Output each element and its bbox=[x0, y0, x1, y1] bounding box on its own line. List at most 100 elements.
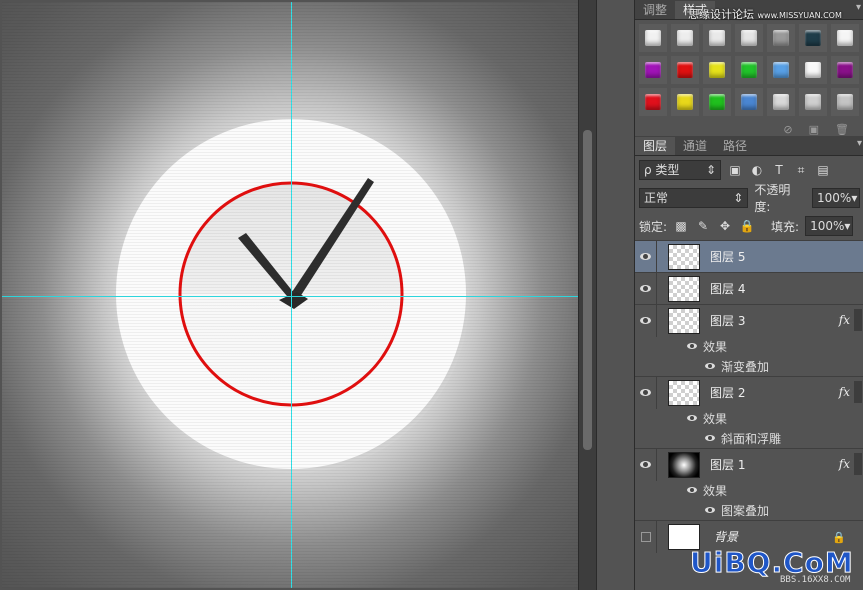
fx-icon[interactable]: fx bbox=[839, 457, 850, 471]
style-swatch[interactable] bbox=[703, 88, 731, 116]
tab-paths[interactable]: 路径 bbox=[715, 137, 756, 155]
new-style-icon[interactable]: ▣ bbox=[809, 123, 819, 136]
style-swatch[interactable] bbox=[831, 56, 859, 84]
fx-icon[interactable]: fx bbox=[839, 385, 850, 399]
layer-thumbnail bbox=[668, 451, 700, 478]
layer-row[interactable]: 图层 2 fx bbox=[635, 376, 863, 409]
expand-effects-icon[interactable] bbox=[854, 309, 862, 331]
blend-mode-select[interactable]: 正常 ⇕ bbox=[639, 188, 749, 208]
effects-label: 效果 bbox=[703, 411, 728, 426]
style-swatch-chip bbox=[773, 94, 789, 110]
opacity-field[interactable]: 100% ▾ bbox=[812, 188, 860, 208]
lock-position-icon[interactable]: ✥ bbox=[717, 218, 733, 234]
opacity-value: 100% bbox=[817, 191, 852, 205]
effects-group-row[interactable]: 效果 bbox=[635, 408, 863, 428]
style-swatch-chip bbox=[741, 62, 757, 78]
expand-effects-icon[interactable] bbox=[854, 453, 862, 475]
style-swatch[interactable] bbox=[799, 56, 827, 84]
style-swatch[interactable] bbox=[703, 56, 731, 84]
fill-field[interactable]: 100% ▾ bbox=[805, 216, 854, 236]
visibility-toggle[interactable] bbox=[635, 520, 657, 553]
image-filter-icon[interactable]: ▣ bbox=[727, 162, 743, 178]
trash-icon[interactable]: 🗑 bbox=[835, 123, 849, 136]
style-swatch[interactable] bbox=[767, 88, 795, 116]
effect-name: 图案叠加 bbox=[721, 503, 770, 518]
eye-icon[interactable] bbox=[705, 507, 715, 513]
scrollbar-thumb[interactable] bbox=[583, 130, 592, 450]
panel-dock-gutter bbox=[596, 0, 634, 590]
styles-swatch-grid bbox=[635, 20, 863, 120]
canvas-vertical-scrollbar[interactable] bbox=[578, 0, 596, 590]
visibility-toggle[interactable] bbox=[635, 376, 657, 409]
lock-label: 锁定: bbox=[639, 219, 668, 234]
expand-effects-icon[interactable] bbox=[854, 381, 862, 403]
style-swatch[interactable] bbox=[735, 24, 763, 52]
canvas-area[interactable] bbox=[0, 0, 596, 590]
style-swatch[interactable] bbox=[799, 88, 827, 116]
style-swatch-chip bbox=[709, 30, 725, 46]
style-swatch[interactable] bbox=[831, 88, 859, 116]
style-swatch[interactable] bbox=[639, 88, 667, 116]
style-swatch[interactable] bbox=[735, 88, 763, 116]
effects-label: 效果 bbox=[703, 339, 728, 354]
visibility-toggle[interactable] bbox=[635, 304, 657, 337]
lock-transparency-icon[interactable]: ▩ bbox=[673, 218, 689, 234]
layer-row[interactable]: 图层 3 fx bbox=[635, 304, 863, 337]
visibility-toggle[interactable] bbox=[635, 448, 657, 481]
tab-channels[interactable]: 通道 bbox=[675, 137, 716, 155]
lock-paint-icon[interactable]: ✎ bbox=[695, 218, 711, 234]
lock-all-icon[interactable]: 🔒 bbox=[739, 218, 755, 234]
style-swatch[interactable] bbox=[767, 56, 795, 84]
effects-group-row[interactable]: 效果 bbox=[635, 336, 863, 356]
effect-row[interactable]: 渐变叠加 bbox=[635, 356, 863, 376]
eye-icon bbox=[640, 317, 651, 324]
tab-layers[interactable]: 图层 bbox=[635, 137, 676, 155]
layer-name: 图层 1 bbox=[710, 458, 746, 472]
eye-icon[interactable] bbox=[687, 487, 697, 493]
document-canvas[interactable] bbox=[2, 2, 578, 588]
effect-row[interactable]: 图案叠加 bbox=[635, 500, 863, 520]
layer-row[interactable]: 图层 1 fx bbox=[635, 448, 863, 481]
effect-row[interactable]: 斜面和浮雕 bbox=[635, 428, 863, 448]
effect-name: 斜面和浮雕 bbox=[721, 431, 782, 446]
eye-icon[interactable] bbox=[705, 363, 715, 369]
style-swatch[interactable] bbox=[671, 88, 699, 116]
style-swatch-chip bbox=[805, 30, 821, 46]
style-swatch-chip bbox=[805, 94, 821, 110]
style-swatch-chip bbox=[645, 62, 661, 78]
style-swatch[interactable] bbox=[767, 24, 795, 52]
effect-name: 渐变叠加 bbox=[721, 359, 770, 374]
style-swatch[interactable] bbox=[639, 24, 667, 52]
layers-tabbar: 图层 通道 路径 ▾ bbox=[635, 136, 863, 156]
shape-filter-icon[interactable]: ⌗ bbox=[793, 162, 809, 178]
effects-group-row[interactable]: 效果 bbox=[635, 480, 863, 500]
smart-object-filter-icon[interactable]: ▤ bbox=[815, 162, 831, 178]
tab-adjustments[interactable]: 调整 bbox=[635, 1, 676, 19]
style-swatch[interactable] bbox=[671, 24, 699, 52]
fx-icon[interactable]: fx bbox=[839, 313, 850, 327]
watermark-top-url: www.MISSYUAN.COM bbox=[757, 11, 842, 20]
visibility-toggle[interactable] bbox=[635, 240, 657, 273]
layer-row[interactable]: 图层 5 bbox=[635, 240, 863, 273]
eye-icon[interactable] bbox=[705, 435, 715, 441]
panel-menu-icon[interactable]: ▾ bbox=[857, 138, 862, 149]
chevron-down-icon: ▾ bbox=[851, 191, 858, 205]
text-filter-icon[interactable]: T bbox=[771, 162, 787, 178]
style-swatch[interactable] bbox=[703, 24, 731, 52]
filter-type-select[interactable]: ρ 类型 ⇕ bbox=[639, 160, 721, 180]
adjustment-filter-icon[interactable]: ◐ bbox=[749, 162, 765, 178]
style-swatch[interactable] bbox=[831, 24, 859, 52]
eye-icon[interactable] bbox=[687, 415, 697, 421]
style-swatch[interactable] bbox=[735, 56, 763, 84]
layer-row[interactable]: 图层 4 bbox=[635, 272, 863, 305]
chevron-updown-icon: ⇕ bbox=[733, 191, 744, 205]
style-swatch[interactable] bbox=[671, 56, 699, 84]
eye-icon[interactable] bbox=[687, 343, 697, 349]
panel-menu-icon[interactable]: ▾ bbox=[856, 2, 861, 13]
style-swatch-chip bbox=[709, 62, 725, 78]
no-style-icon[interactable]: ⊘ bbox=[783, 123, 792, 136]
style-swatch[interactable] bbox=[639, 56, 667, 84]
eye-icon bbox=[640, 285, 651, 292]
style-swatch[interactable] bbox=[799, 24, 827, 52]
visibility-toggle[interactable] bbox=[635, 272, 657, 305]
